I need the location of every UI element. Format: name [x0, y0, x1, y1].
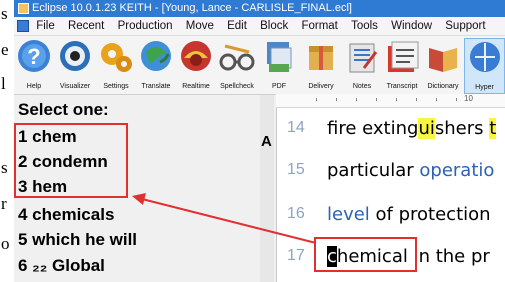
annotation-arrow — [132, 193, 317, 244]
